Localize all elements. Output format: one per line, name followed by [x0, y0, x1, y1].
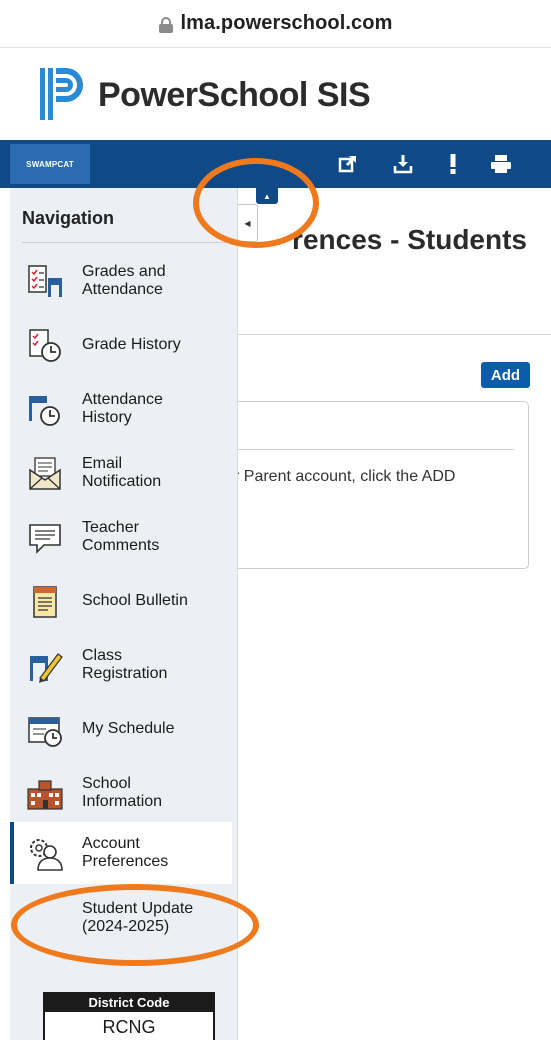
district-code-value: RCNG: [102, 1017, 156, 1037]
divider: [238, 334, 551, 335]
logo-text: PowerSchool SIS: [98, 76, 371, 114]
lock-icon: [158, 16, 173, 33]
user-badge[interactable]: SWAMPCAT: [10, 144, 90, 184]
powerschool-logo-icon: [40, 68, 83, 120]
email-icon: [29, 457, 61, 490]
instruction-text-container: r Parent account, click the ADD: [238, 464, 526, 488]
account-preferences-icon: [30, 839, 63, 871]
sidebar-item-label: School Bulletin: [82, 592, 188, 609]
sidebar-item-grades-attendance[interactable]: Grades and Attendance: [10, 250, 232, 312]
sidebar-item-label: Grade History: [82, 336, 181, 353]
bulletin-icon: [33, 586, 57, 618]
download-icon[interactable]: [391, 152, 415, 176]
sidebar-item-label: Email Notification: [82, 455, 162, 490]
divider: [238, 449, 514, 450]
sidebar-item-label: My Schedule: [82, 720, 175, 737]
instruction-text: r Parent account, click the ADD: [238, 468, 456, 485]
sidebar-item-label: Class Registration: [82, 647, 168, 682]
sidebar-item-account-preferences[interactable]: Account Preferences: [10, 822, 232, 884]
annotation-circle: [193, 158, 319, 248]
sidebar-item-label: Grades and Attendance: [82, 263, 166, 298]
comments-icon: [29, 524, 61, 554]
external-link-icon[interactable]: [336, 152, 360, 176]
students-panel: r Parent account, click the ADD: [238, 401, 529, 569]
sidebar-item-school-information[interactable]: School Information: [10, 762, 232, 824]
sidebar-item-my-schedule[interactable]: My Schedule: [10, 698, 232, 760]
sidebar-item-teacher-comments[interactable]: Teacher Comments: [10, 506, 232, 568]
grades-attendance-icon: [28, 265, 62, 297]
add-button[interactable]: Add: [481, 362, 530, 388]
navigation-title: Navigation: [22, 208, 115, 228]
logo-header: PowerSchool SIS: [0, 48, 551, 140]
sidebar-item-class-registration[interactable]: Class Registration: [10, 634, 232, 696]
grade-history-icon: [29, 329, 61, 362]
sidebar-item-label: School Information: [82, 775, 163, 810]
browser-url-bar[interactable]: lma.powerschool.com: [0, 0, 551, 48]
sidebar-item-attendance-history[interactable]: Attendance History: [10, 378, 232, 440]
divider: [22, 242, 232, 243]
sidebar-item-label: Account Preferences: [82, 835, 169, 870]
page-title-text: rences - Students: [292, 224, 527, 255]
school-icon: [27, 780, 63, 810]
district-code-header: District Code: [45, 994, 213, 1012]
sidebar-item-label: Teacher Comments: [82, 519, 160, 554]
schedule-icon: [28, 717, 62, 747]
url-text: lma.powerschool.com: [180, 12, 393, 34]
alert-icon[interactable]: [441, 152, 465, 176]
district-code-box: District Code RCNG: [43, 992, 215, 1040]
sidebar-item-grade-history[interactable]: Grade History: [10, 314, 232, 376]
sidebar-item-email-notification[interactable]: Email Notification: [10, 442, 232, 504]
printer-icon[interactable]: [489, 152, 513, 176]
sidebar-item-label: Attendance History: [82, 391, 163, 426]
class-registration-icon: [30, 653, 63, 683]
attendance-history-icon: [29, 396, 60, 426]
sidebar-item-school-bulletin[interactable]: School Bulletin: [10, 570, 232, 632]
annotation-circle: [11, 884, 259, 966]
